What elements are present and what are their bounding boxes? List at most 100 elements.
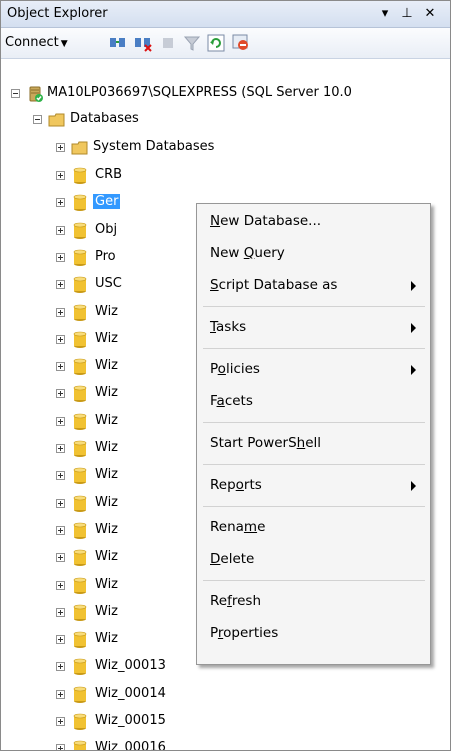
expand-icon[interactable] (56, 580, 65, 590)
tree-node-server[interactable]: MA10LP036697\SQLEXPRESS (SQL Server 10.0 (1, 81, 450, 107)
panel-title: Object Explorer (7, 6, 108, 21)
database-icon (73, 549, 87, 567)
expand-icon[interactable] (56, 607, 65, 617)
database-icon (73, 331, 87, 348)
connect-button[interactable]: Connect ▼ (5, 35, 68, 50)
expand-icon[interactable] (56, 389, 65, 399)
activity-monitor-icon[interactable] (232, 34, 250, 52)
collapse-icon[interactable] (33, 115, 42, 124)
menu-separator (203, 422, 425, 423)
menu-item-facets[interactable]: Facets (197, 386, 430, 418)
explorer-toolbar: Connect ▼ (1, 28, 450, 59)
menu-item-policies[interactable]: Policies (197, 354, 430, 386)
expand-icon[interactable] (56, 471, 65, 481)
menu-item-script-database-as[interactable]: Script Database as (197, 270, 430, 302)
auto-hide-pin-icon[interactable]: ⊥ (398, 4, 416, 24)
menu-item-new-query[interactable]: New Query (197, 238, 430, 270)
expand-icon[interactable] (56, 225, 65, 235)
menu-item-rename[interactable]: Rename (197, 512, 430, 544)
database-icon (73, 440, 87, 457)
expand-icon[interactable] (56, 662, 65, 672)
expand-icon[interactable] (56, 444, 65, 453)
tree-label-database: Wiz (95, 440, 119, 455)
collapse-icon[interactable] (11, 89, 20, 98)
chevron-down-icon: ▼ (60, 39, 68, 49)
expand-icon[interactable] (56, 252, 65, 262)
tree-label-database: Wiz (95, 412, 119, 428)
menu-item-tasks[interactable]: Tasks (197, 312, 430, 344)
close-icon[interactable]: ✕ (421, 4, 439, 24)
tree-label-database: Wiz (95, 631, 119, 647)
menu-label-policies: Policies (210, 361, 260, 377)
tree-node-databases[interactable]: Databases (1, 107, 450, 133)
database-icon (73, 276, 87, 294)
disconnect-icon[interactable] (134, 34, 152, 52)
expand-icon[interactable] (56, 171, 65, 180)
tree-label-database: Wiz (95, 385, 119, 401)
expand-icon[interactable] (56, 416, 65, 426)
expand-icon[interactable] (56, 334, 65, 344)
menu-label-tasks: Tasks (210, 319, 247, 335)
database-icon (73, 249, 87, 266)
stop-icon[interactable] (159, 34, 177, 52)
expand-icon[interactable] (56, 525, 65, 535)
database-icon (73, 713, 87, 730)
tree-label-database: Wiz (95, 330, 119, 346)
database-icon (73, 577, 87, 594)
menu-label-reports: Reports (210, 477, 262, 493)
menu-item-properties[interactable]: Properties (197, 618, 430, 650)
submenu-arrow-icon (411, 481, 416, 491)
submenu-arrow-icon (411, 281, 416, 291)
expand-icon[interactable] (56, 635, 65, 645)
menu-item-reports[interactable]: Reports (197, 470, 430, 502)
expand-icon[interactable] (56, 143, 65, 152)
tree-node-system-databases[interactable]: System Databases (1, 135, 450, 161)
tree-label-database: Wiz_00014 (95, 685, 166, 701)
expand-icon[interactable] (56, 362, 65, 372)
expand-icon[interactable] (56, 498, 65, 508)
menu-item-delete[interactable]: Delete (197, 544, 430, 576)
expand-icon[interactable] (56, 198, 65, 208)
tree-node-database[interactable]: CRB (1, 163, 450, 189)
tree-node-database[interactable]: Wiz_00014 (1, 682, 450, 708)
database-icon (73, 495, 87, 512)
menu-label-script-database-as: Script Database as (210, 277, 338, 293)
tree-label-database: Wiz_00015 (95, 713, 166, 728)
tree-label-database: Wiz (95, 303, 119, 319)
expand-icon[interactable] (56, 553, 65, 563)
context-menu: New Database... New Query Script Databas… (196, 203, 431, 665)
database-icon (73, 522, 87, 539)
expand-icon[interactable] (56, 307, 65, 317)
menu-item-refresh[interactable]: Refresh (197, 586, 430, 618)
expand-icon[interactable] (56, 280, 65, 290)
tree-label-database: Obj (95, 221, 118, 237)
tree-label-database: Wiz (95, 494, 119, 510)
refresh-icon[interactable] (207, 34, 225, 52)
tree-label-database: Wiz_00016 (95, 740, 166, 751)
menu-item-new-database[interactable]: New Database... (197, 206, 430, 238)
tree-label-databases: Databases (70, 111, 139, 126)
tree-node-database[interactable]: Wiz_00015 (1, 709, 450, 735)
expand-icon[interactable] (56, 689, 65, 699)
menu-label-rename: Rename (210, 519, 266, 535)
filter-icon[interactable] (183, 34, 201, 52)
expand-icon[interactable] (56, 717, 65, 726)
tree-label-database: Wiz (95, 549, 119, 565)
tree-label-database: Wiz (95, 603, 119, 619)
expand-icon[interactable] (56, 744, 65, 750)
connect-object-explorer-icon[interactable] (109, 34, 127, 52)
tree-label-database: Wiz (95, 521, 119, 537)
folder-icon (71, 141, 88, 155)
panel-title-bar: Object Explorer ▾ ⊥ ✕ (1, 1, 450, 28)
tree-label-database: Wiz (95, 358, 119, 374)
server-icon (29, 86, 43, 102)
object-explorer-panel: Object Explorer ▾ ⊥ ✕ Connect ▼ MA10LP03… (0, 0, 451, 751)
menu-item-start-powershell[interactable]: Start PowerShell (197, 428, 430, 460)
tree-node-database[interactable]: Wiz_00016 (1, 736, 450, 751)
database-icon (73, 358, 87, 376)
window-position-dropdown-icon[interactable]: ▾ (376, 4, 394, 24)
database-icon (73, 222, 87, 239)
menu-separator (203, 348, 425, 349)
tree-label-database: Pro (95, 248, 116, 264)
database-icon (73, 167, 87, 184)
